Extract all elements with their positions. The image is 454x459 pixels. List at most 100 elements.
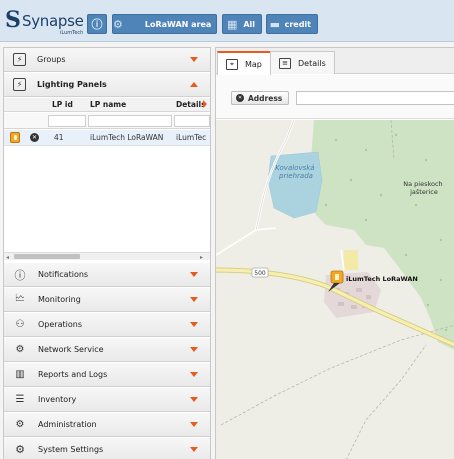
chevron-down-icon (190, 347, 198, 352)
cell-lp-id: 41 (54, 133, 64, 142)
area-icon: ⚙ (113, 17, 123, 31)
tab-details-label: Details (298, 58, 326, 68)
accordion-groups[interactable]: ⚡ Groups (4, 48, 210, 72)
filter-details-input[interactable] (174, 115, 210, 127)
calendar-icon: ▦ (226, 17, 238, 31)
logo-sub: iLumTech (60, 30, 84, 36)
lake-label: Kovalovská priehrada (275, 164, 317, 180)
column-lp-name[interactable]: LP name (90, 100, 126, 109)
accordion-operations[interactable]: ⚇ Operations (4, 313, 210, 337)
accordion-label: Reports and Logs (38, 370, 108, 379)
horizontal-scrollbar[interactable]: ◂ ▸ (4, 252, 210, 261)
inventory-icon: ☰ (15, 394, 25, 405)
address-button[interactable]: ✕ Address (231, 91, 290, 105)
lighting-panel-icon (10, 132, 20, 143)
scroll-right-icon[interactable] (203, 100, 207, 108)
notification-icon: ⓘ (14, 268, 26, 282)
address-input[interactable] (296, 91, 454, 105)
admin-icon: ⚙ (15, 419, 25, 430)
chevron-down-icon (190, 57, 198, 62)
calendar-button[interactable]: ▦ All (222, 14, 262, 34)
address-button-label: Address (248, 93, 283, 103)
lake-label-line2: priehrada (278, 172, 313, 180)
lighting-panels-grid: LP id LP name Details ✕ 41 iLumTech LoRa… (4, 98, 210, 260)
logo-s-icon: S (5, 7, 21, 33)
chevron-down-icon (190, 397, 198, 402)
accordion-network-service[interactable]: ⚙ Network Service (4, 338, 210, 362)
place-label-line2: jašterice (409, 188, 438, 196)
filter-lp-name-input[interactable] (88, 115, 172, 127)
accordion-label: System Settings (38, 445, 104, 454)
accordion-lighting-panels[interactable]: ⚡ Lighting Panels (4, 73, 210, 97)
tab-bar: ⌖ Map ≡ Details (216, 48, 454, 75)
chevron-down-icon (190, 372, 198, 377)
operations-icon: ⚇ (15, 319, 25, 330)
settings-icon: ⚙ (15, 443, 25, 456)
accordion-label: Monitoring (38, 295, 81, 304)
table-row[interactable]: ✕ 41 iLumTech LoRaWAN iLumTec (4, 130, 210, 146)
chevron-down-icon (190, 272, 198, 277)
logo-word: Synapse (22, 12, 84, 30)
synapse-logo[interactable]: S Synapse iLumTech (5, 8, 85, 36)
info-icon: ⓘ (91, 18, 103, 31)
accordion-monitoring[interactable]: 🗠 Monitoring (4, 288, 210, 312)
row-action-icon[interactable]: ✕ (30, 133, 39, 142)
map-icon: ⌖ (226, 58, 238, 70)
place-label-line1: Na pieskoch (403, 180, 442, 188)
accordion-reports-logs[interactable]: ▥ Reports and Logs (4, 363, 210, 387)
scrollbar-thumb[interactable] (14, 254, 80, 259)
right-panel: ⌖ Map ≡ Details ✕ Address 500 Kovalovská… (215, 47, 454, 459)
lighting-icon: ⚡ (13, 78, 26, 91)
reports-icon: ▥ (15, 369, 25, 380)
road-number: 500 (254, 270, 266, 277)
tab-map-label: Map (245, 59, 262, 69)
scroll-right-arrow-icon[interactable]: ▸ (200, 254, 203, 261)
accordion-label: Notifications (38, 270, 89, 279)
column-details[interactable]: Details (176, 100, 206, 109)
filter-lp-id-input[interactable] (48, 115, 86, 127)
accordion-administration[interactable]: ⚙ Administration (4, 413, 210, 437)
accordion-label: Operations (38, 320, 82, 329)
map-view[interactable]: 500 Kovalovská priehrada Na pieskoch jaš… (216, 120, 454, 459)
marker-label: iLumTech LoRaWAN (346, 275, 418, 283)
details-icon: ≡ (279, 57, 291, 69)
accordion-system-settings[interactable]: ⚙ System Settings (4, 438, 210, 459)
accordion-label: Network Service (38, 345, 104, 354)
accordion-label: Inventory (38, 395, 77, 404)
cell-lp-name: iLumTech LoRaWAN (90, 133, 164, 142)
map-canvas: 500 Kovalovská priehrada Na pieskoch jaš… (216, 120, 454, 459)
top-bar: S Synapse iLumTech ⓘ ⚙ LoRaWAN area ▦ Al… (0, 0, 454, 42)
info-button[interactable]: ⓘ (87, 14, 107, 34)
credit-icon: ▬ (269, 17, 280, 31)
monitoring-icon: 🗠 (14, 293, 26, 304)
chevron-up-icon (190, 82, 198, 87)
credit-button[interactable]: ▬ credit (266, 14, 318, 34)
groups-icon: ⚡ (13, 53, 26, 66)
left-panel: ⚡ Groups ⚡ Lighting Panels LP id LP name… (3, 47, 211, 459)
yellow-area (344, 250, 358, 270)
tab-map[interactable]: ⌖ Map (217, 51, 271, 75)
area-button[interactable]: ⚙ LoRaWAN area (112, 14, 217, 34)
lake-label-line1: Kovalovská (275, 164, 314, 172)
calendar-label: All (243, 19, 255, 29)
chevron-down-icon (190, 447, 198, 452)
chevron-down-icon (190, 297, 198, 302)
area-label: LoRaWAN area (144, 19, 212, 29)
address-clear-icon: ✕ (236, 94, 244, 102)
chevron-down-icon (190, 322, 198, 327)
address-bar: ✕ Address (216, 75, 454, 119)
accordion-inventory[interactable]: ☰ Inventory (4, 388, 210, 412)
accordion-label: Groups (37, 55, 66, 64)
credit-label: credit (284, 19, 311, 29)
tab-details[interactable]: ≡ Details (270, 51, 335, 74)
chevron-down-icon (190, 422, 198, 427)
grid-header: LP id LP name Details (4, 98, 210, 112)
filter-row (4, 113, 210, 129)
accordion-notifications[interactable]: ⓘ Notifications (4, 263, 210, 287)
accordion-label: Lighting Panels (37, 80, 107, 89)
cell-details: iLumTec (176, 133, 207, 142)
accordion-label: Administration (38, 420, 97, 429)
column-lp-id[interactable]: LP id (52, 100, 73, 109)
scroll-left-icon[interactable]: ◂ (6, 254, 9, 261)
network-icon: ⚙ (15, 344, 25, 355)
